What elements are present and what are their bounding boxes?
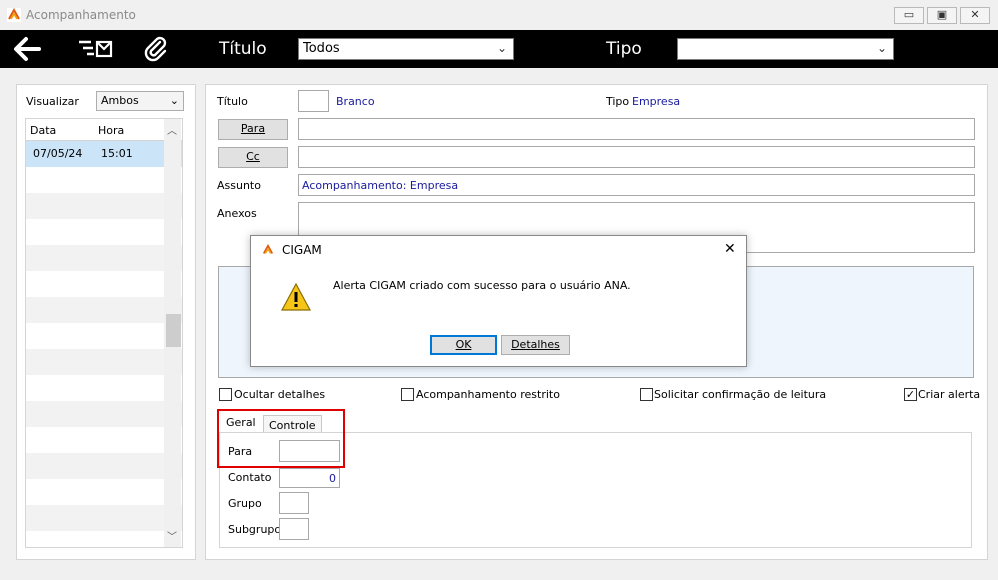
empty-row (26, 349, 182, 375)
maximize-button[interactable]: ▣ (927, 7, 957, 24)
criar-alerta-label: Criar alerta (918, 388, 981, 401)
ocultar-detalhes-checkbox[interactable] (219, 388, 232, 401)
empty-row (26, 297, 182, 323)
app-logo-icon (7, 7, 21, 22)
toolbar: Título Todos ⌄ Tipo ⌄ (0, 30, 998, 68)
dialog-message: Alerta CIGAM criado com sucesso para o u… (333, 279, 631, 292)
empty-row (26, 219, 182, 245)
tipo-value: Empresa (632, 95, 681, 108)
grupo-label: Grupo (228, 497, 262, 510)
paperclip-icon[interactable] (140, 30, 172, 68)
anexos-label: Anexos (217, 207, 257, 220)
warning-icon (280, 282, 312, 315)
grid-header: Data Hora (26, 119, 182, 141)
ok-button[interactable]: OK (430, 335, 497, 355)
titulo-filter-select[interactable]: Todos ⌄ (298, 38, 514, 60)
close-window-button[interactable]: ✕ (960, 7, 990, 24)
cc-button[interactable]: Cc (218, 147, 288, 168)
contato-input[interactable]: 0 (279, 468, 340, 488)
detalhes-button[interactable]: Detalhes (501, 335, 570, 355)
subgrupo-input[interactable] (279, 518, 309, 540)
history-grid: Data Hora 07/05/24 15:01 (25, 118, 183, 548)
app-logo-icon (262, 243, 274, 259)
empty-row (26, 193, 182, 219)
para-input[interactable] (298, 118, 975, 140)
dialog-close-button[interactable]: ✕ (724, 241, 736, 257)
visualizar-select[interactable]: Ambos ⌄ (96, 91, 184, 111)
window-title: Acompanhamento (26, 8, 136, 22)
cc-input[interactable] (298, 146, 975, 168)
toolbar-titulo-label: Título (219, 39, 267, 59)
criar-alerta-checkbox[interactable]: ✓ (904, 388, 917, 401)
titulo-label: Título (217, 95, 248, 108)
cell-data: 07/05/24 (33, 147, 83, 160)
column-header-data[interactable]: Data (30, 124, 56, 137)
subgrupo-label: Subgrupo (228, 523, 282, 536)
table-row[interactable]: 07/05/24 15:01 (26, 141, 182, 167)
titulo-value: Branco (336, 95, 375, 108)
empty-row (26, 375, 182, 401)
visualizar-label: Visualizar (26, 95, 79, 108)
column-header-hora[interactable]: Hora (98, 124, 124, 137)
solicitar-confirmacao-label: Solicitar confirmação de leitura (654, 388, 827, 401)
empty-row (26, 453, 182, 479)
empty-row (26, 401, 182, 427)
assunto-input[interactable]: Acompanhamento: Empresa (298, 174, 975, 196)
empty-row (26, 531, 182, 547)
scroll-down-icon[interactable]: ﹀ (167, 528, 177, 543)
title-bar: Acompanhamento ▭ ▣ ✕ (0, 0, 998, 30)
acompanhamento-restrito-label: Acompanhamento restrito (416, 388, 560, 401)
empty-row (26, 427, 182, 453)
empty-row (26, 167, 182, 193)
tipo-filter-select[interactable]: ⌄ (677, 38, 894, 60)
chevron-down-icon: ⌄ (169, 94, 179, 107)
empty-row (26, 479, 182, 505)
scroll-up-icon[interactable]: ︿ (167, 122, 177, 137)
titulo-filter-value: Todos (303, 41, 340, 56)
dialog-title: CIGAM (282, 243, 322, 257)
empty-row (26, 505, 182, 531)
assunto-label: Assunto (217, 179, 261, 192)
chevron-down-icon: ⌄ (876, 41, 887, 55)
ocultar-detalhes-label: Ocultar detalhes (234, 388, 326, 401)
titulo-color-box[interactable] (298, 90, 329, 112)
contato-label: Contato (228, 471, 272, 484)
acompanhamento-restrito-checkbox[interactable] (401, 388, 414, 401)
list-mail-icon[interactable] (74, 30, 116, 68)
empty-row (26, 323, 182, 349)
cell-hora: 15:01 (101, 147, 133, 160)
empty-row (26, 271, 182, 297)
minimize-button[interactable]: ▭ (894, 7, 924, 24)
grupo-input[interactable] (279, 492, 309, 514)
toolbar-tipo-label: Tipo (606, 39, 642, 59)
tipo-label: Tipo (606, 95, 630, 108)
para-button[interactable]: Para (218, 119, 288, 140)
alert-dialog: CIGAM ✕ Alerta CIGAM criado com sucesso … (250, 235, 747, 367)
visualizar-value: Ambos (101, 94, 139, 107)
solicitar-confirmacao-checkbox[interactable] (640, 388, 653, 401)
empty-row (26, 245, 182, 271)
arrow-left-icon[interactable] (8, 30, 46, 68)
chevron-down-icon: ⌄ (496, 41, 507, 55)
scrollbar-thumb[interactable] (166, 314, 181, 347)
highlight-box (217, 409, 345, 468)
